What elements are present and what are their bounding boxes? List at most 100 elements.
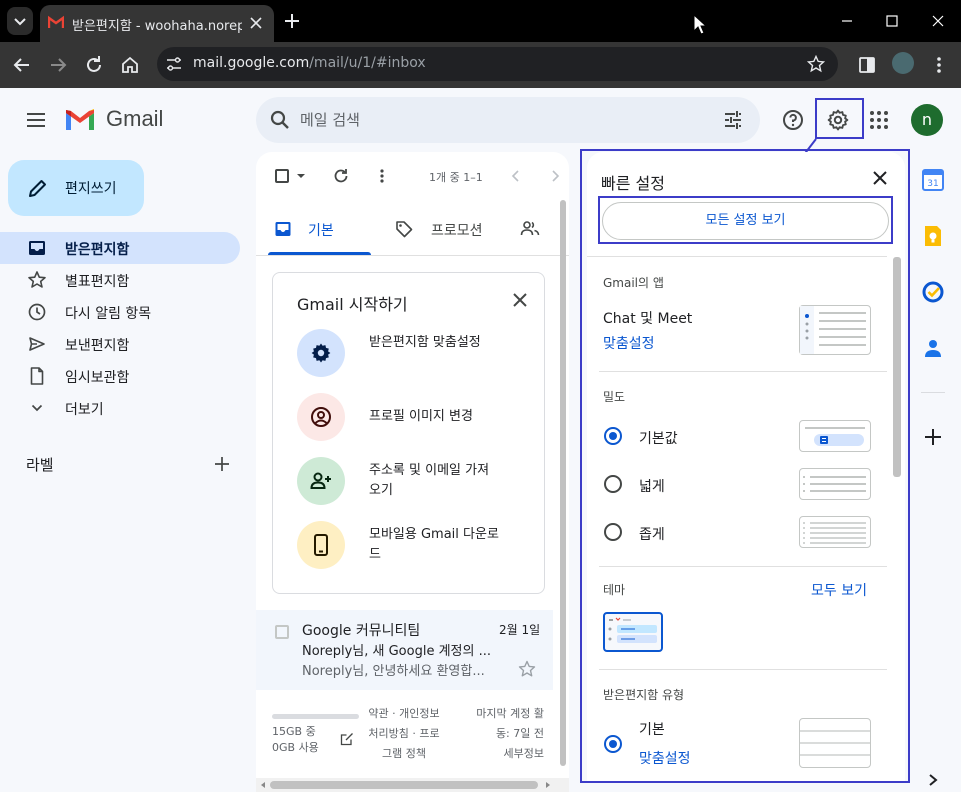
step-circle — [297, 393, 345, 441]
scroll-left-icon[interactable] — [259, 781, 267, 789]
pencil-icon — [29, 180, 46, 197]
back-arrow-icon[interactable] — [10, 53, 34, 77]
main-menu-icon[interactable] — [24, 108, 48, 132]
sidebar-item-more[interactable]: 더보기 — [0, 392, 240, 424]
url-host: mail.google.com — [193, 55, 310, 71]
browser-titlebar: 받은편지함 - woohaha.noreply@ — [0, 0, 961, 42]
maximize-icon[interactable] — [881, 10, 903, 32]
star-icon[interactable] — [518, 660, 536, 678]
calendar-icon[interactable]: 31 — [921, 168, 945, 192]
forward-arrow-icon[interactable] — [46, 53, 70, 77]
horizontal-scrollbar[interactable] — [256, 778, 569, 792]
close-icon[interactable] — [511, 291, 529, 309]
sidebar-item-snoozed[interactable]: 다시 알림 항목 — [0, 296, 240, 328]
pagination-text: 1개 중 1–1 — [429, 171, 483, 184]
new-tab-icon[interactable] — [282, 11, 302, 31]
contacts-icon[interactable] — [921, 336, 945, 360]
settings-annotation-box — [815, 98, 864, 139]
refresh-icon[interactable] — [332, 167, 350, 185]
sidebar-item-label: 별표편지함 — [65, 274, 130, 290]
horizontal-scroll-thumb[interactable] — [270, 781, 538, 789]
email-snippet: Noreply님, 안녕하세요 환영합... — [302, 664, 485, 679]
chevron-down-icon — [14, 18, 26, 26]
social-people-icon[interactable] — [520, 219, 540, 237]
sidebar-item-sent[interactable]: 보낸편지함 — [0, 328, 240, 360]
tab-search-button[interactable] — [7, 7, 33, 35]
step-label: 받은편지함 맞춤설정 — [369, 335, 481, 350]
gmail-wordmark[interactable]: Gmail — [106, 106, 163, 132]
step-mobile-app[interactable]: 모바일용 Gmail 다운로드 — [297, 521, 537, 571]
sidebar-item-label: 다시 알림 항목 — [65, 306, 152, 322]
policy-links[interactable]: 약관 · 개인정보 처리방침 · 프로 그램 정책 — [360, 704, 448, 764]
tasks-icon[interactable] — [921, 280, 945, 304]
select-dropdown-icon[interactable] — [296, 172, 306, 180]
rail-divider — [921, 392, 945, 393]
help-icon[interactable] — [781, 108, 805, 132]
url-path: /mail/u/1/#inbox — [309, 55, 426, 71]
compose-button[interactable]: 편지쓰기 — [8, 160, 144, 216]
search-input[interactable] — [300, 108, 700, 132]
mail-list-panel: 1개 중 1–1 기본 프로모션 Gmail 시작하기 받은편지함 맞춤설정 프… — [256, 152, 569, 792]
row-checkbox[interactable] — [275, 625, 289, 639]
table-row[interactable]: Google 커뮤니티팀 2월 1일 Noreply님, 새 Google 계정… — [256, 610, 553, 690]
tab-primary[interactable]: 기본 — [268, 208, 371, 255]
account-circle-icon — [311, 407, 331, 427]
search-icon[interactable] — [268, 108, 292, 132]
step-customize-inbox[interactable]: 받은편지함 맞춤설정 — [297, 329, 537, 379]
svg-text:31: 31 — [927, 179, 938, 189]
tabs-divider — [256, 255, 569, 256]
url-text[interactable]: mail.google.com/mail/u/1/#inbox — [193, 55, 426, 71]
search-bar[interactable] — [256, 97, 760, 143]
sidebar-item-inbox[interactable]: 받은편지함 — [0, 232, 240, 264]
home-icon[interactable] — [118, 53, 142, 77]
apps-grid-icon[interactable] — [867, 108, 891, 132]
step-import-contacts[interactable]: 주소록 및 이메일 가져오기 — [297, 457, 537, 507]
step-circle — [297, 457, 345, 505]
more-vert-icon[interactable] — [927, 53, 951, 77]
settings-gear-icon — [311, 343, 331, 363]
add-label-icon[interactable] — [212, 454, 232, 474]
address-bar[interactable]: mail.google.com/mail/u/1/#inbox — [157, 47, 838, 81]
step-label: 프로필 이미지 변경 — [369, 409, 473, 424]
getting-started-card: Gmail 시작하기 받은편지함 맞춤설정 프로필 이미지 변경 주소록 및 이… — [272, 272, 545, 594]
sidebar-item-label: 보낸편지함 — [65, 338, 130, 354]
browser-tab[interactable]: 받은편지함 - woohaha.noreply@ — [40, 5, 274, 42]
sidebar-item-label: 더보기 — [65, 402, 104, 418]
profile-avatar[interactable] — [892, 52, 914, 74]
keep-icon[interactable] — [921, 224, 945, 248]
account-avatar[interactable]: n — [911, 104, 943, 136]
minimize-icon[interactable] — [836, 10, 858, 32]
search-options-icon[interactable] — [721, 108, 745, 132]
compose-label: 편지쓰기 — [65, 181, 117, 197]
tab-primary-label: 기본 — [308, 223, 334, 239]
step-profile-image[interactable]: 프로필 이미지 변경 — [297, 393, 537, 443]
vertical-scrollbar[interactable] — [560, 200, 566, 766]
site-settings-icon[interactable] — [165, 55, 183, 73]
sidebar-item-drafts[interactable]: 임시보관함 — [0, 360, 240, 392]
tab-promotions[interactable]: 프로모션 — [388, 208, 508, 255]
send-icon — [29, 337, 45, 351]
storage-bar — [272, 714, 359, 719]
scroll-right-icon[interactable] — [544, 781, 552, 789]
add-addon-icon[interactable] — [921, 425, 945, 449]
step-label: 모바일용 Gmail 다운로드 — [369, 527, 499, 562]
close-icon[interactable] — [246, 13, 266, 33]
sidebar-item-starred[interactable]: 별표편지함 — [0, 264, 240, 296]
open-storage-icon[interactable] — [340, 732, 354, 746]
expand-panel-icon[interactable] — [926, 772, 940, 788]
more-vert-icon[interactable] — [373, 167, 391, 185]
window-close-icon[interactable] — [927, 10, 949, 32]
account-activity[interactable]: 마지막 계정 활 동: 7일 전 세부정보 — [452, 704, 544, 764]
reload-icon[interactable] — [82, 53, 106, 77]
previous-page-icon[interactable] — [509, 168, 523, 184]
next-page-icon[interactable] — [548, 168, 562, 184]
bookmark-star-icon[interactable] — [807, 55, 825, 73]
smartphone-icon — [314, 534, 328, 556]
mouse-cursor-icon — [693, 14, 708, 35]
side-panel-icon[interactable] — [855, 53, 879, 77]
select-all-checkbox[interactable] — [275, 169, 289, 183]
inbox-icon — [29, 241, 45, 255]
sidebar-item-label: 받은편지함 — [65, 242, 130, 258]
gmail-favicon-icon — [48, 15, 64, 28]
step-circle — [297, 329, 345, 377]
